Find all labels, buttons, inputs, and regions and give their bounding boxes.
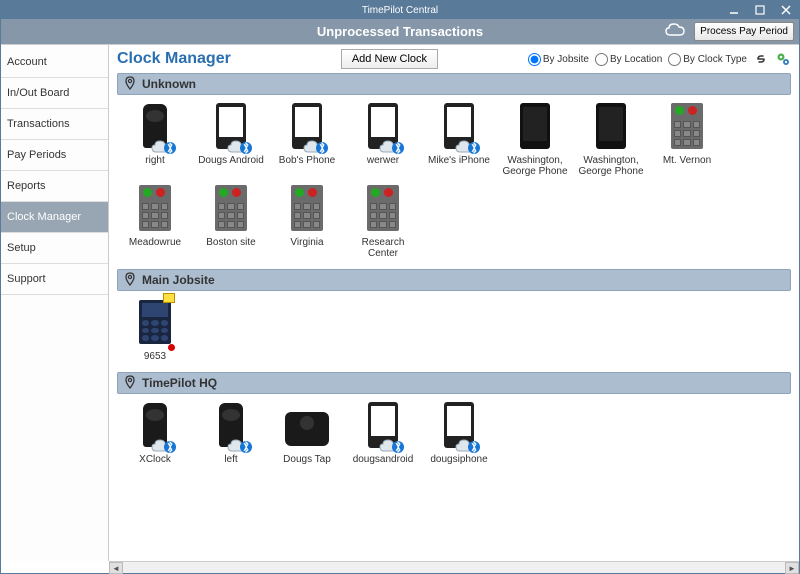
sidebar-item-clock-manager[interactable]: Clock Manager (1, 202, 108, 233)
clock-device-icon (205, 398, 257, 452)
location-pin-icon (124, 375, 136, 392)
clock-item[interactable]: 9653 (119, 295, 191, 362)
add-new-clock-button[interactable]: Add New Clock (341, 49, 438, 69)
clock-item[interactable]: Dougs Android (195, 99, 267, 177)
clock-item[interactable]: Bob's Phone (271, 99, 343, 177)
clock-label: XClock (139, 454, 171, 465)
clock-device-icon (357, 99, 409, 153)
sidebar-item-transactions[interactable]: Transactions (1, 109, 108, 140)
clock-device-icon (281, 398, 333, 452)
clock-label: dougsiphone (430, 454, 487, 465)
clock-device-icon (129, 398, 181, 452)
group-name: TimePilot HQ (142, 376, 217, 390)
alert-icon (168, 344, 175, 351)
clock-label: Dougs Tap (283, 454, 331, 465)
gears-icon[interactable] (775, 51, 791, 67)
main-content: Clock Manager Add New Clock By Jobsite B… (109, 45, 799, 561)
sub-header: Unprocessed Transactions Process Pay Per… (1, 19, 799, 45)
sidebar-item-in-out-board[interactable]: In/Out Board (1, 78, 108, 109)
clock-label: dougsandroid (353, 454, 414, 465)
clock-device-icon (129, 181, 181, 235)
minimize-button[interactable] (721, 1, 747, 19)
clock-item[interactable]: Washington, George Phone (575, 99, 647, 177)
horizontal-scrollbar[interactable]: ◄ ► (109, 561, 799, 573)
app-title: TimePilot Central (362, 5, 438, 16)
clock-grid: 9653 (117, 291, 791, 368)
clock-item[interactable]: Virginia (271, 181, 343, 259)
clock-item[interactable]: Mike's iPhone (423, 99, 495, 177)
clock-item[interactable]: Washington, George Phone (499, 99, 571, 177)
clock-label: Virginia (290, 237, 323, 248)
clock-label: Meadowrue (129, 237, 181, 248)
group-name: Main Jobsite (142, 273, 215, 287)
clock-item[interactable]: Mt. Vernon (651, 99, 723, 177)
process-pay-period-button[interactable]: Process Pay Period (694, 22, 794, 41)
clock-grid: right Dougs Android Bob's Phone werwer Mike'… (117, 95, 791, 265)
location-pin-icon (124, 272, 136, 289)
view-filters: By Jobsite By Location By Clock Type (528, 51, 791, 67)
clock-label: Boston site (206, 237, 255, 248)
group-header[interactable]: TimePilot HQ (117, 372, 791, 394)
clock-label: werwer (367, 155, 399, 166)
clock-label: Mt. Vernon (663, 155, 711, 166)
clock-device-icon (129, 99, 181, 153)
clock-device-icon (281, 181, 333, 235)
location-pin-icon (124, 76, 136, 93)
clock-device-icon (129, 295, 181, 349)
clock-device-icon (357, 398, 409, 452)
clock-label: left (224, 454, 237, 465)
clock-grid: XClock left Dougs Tap dougsandroid dougsipho… (117, 394, 791, 471)
clock-item[interactable]: Research Center (347, 181, 419, 259)
clock-device-icon (433, 398, 485, 452)
clock-item[interactable]: left (195, 398, 267, 465)
clock-item[interactable]: Meadowrue (119, 181, 191, 259)
clock-label: Washington, George Phone (575, 155, 647, 177)
sidebar-item-reports[interactable]: Reports (1, 171, 108, 202)
note-icon (163, 293, 175, 303)
clock-device-icon (661, 99, 713, 153)
title-bar: TimePilot Central (1, 1, 799, 19)
clock-label: right (145, 155, 164, 166)
clock-device-icon (357, 181, 409, 235)
filter-by-jobsite[interactable]: By Jobsite (528, 53, 589, 66)
clock-label: Mike's iPhone (428, 155, 490, 166)
scroll-left-button[interactable]: ◄ (109, 562, 123, 574)
group-header[interactable]: Unknown (117, 73, 791, 95)
sidebar-item-setup[interactable]: Setup (1, 233, 108, 264)
clock-label: 9653 (144, 351, 166, 362)
clock-label: Washington, George Phone (499, 155, 571, 177)
clock-device-icon (281, 99, 333, 153)
maximize-button[interactable] (747, 1, 773, 19)
link-icon[interactable] (753, 51, 769, 67)
close-button[interactable] (773, 1, 799, 19)
sidebar-item-pay-periods[interactable]: Pay Periods (1, 140, 108, 171)
clock-device-icon (433, 99, 485, 153)
sidebar-item-account[interactable]: Account (1, 47, 108, 78)
clock-device-icon (509, 99, 561, 153)
cloud-icon[interactable] (664, 22, 686, 41)
clock-item[interactable]: Dougs Tap (271, 398, 343, 465)
clock-item[interactable]: Boston site (195, 181, 267, 259)
sub-header-title: Unprocessed Transactions (317, 24, 483, 39)
clock-label: Dougs Android (198, 155, 264, 166)
sidebar-item-support[interactable]: Support (1, 264, 108, 295)
clock-item[interactable]: dougsandroid (347, 398, 419, 465)
clock-device-icon (205, 181, 257, 235)
page-title: Clock Manager (117, 50, 231, 68)
group-header[interactable]: Main Jobsite (117, 269, 791, 291)
clock-label: Bob's Phone (279, 155, 335, 166)
clock-item[interactable]: dougsiphone (423, 398, 495, 465)
sidebar: AccountIn/Out BoardTransactionsPay Perio… (1, 45, 109, 561)
clock-item[interactable]: right (119, 99, 191, 177)
scroll-right-button[interactable]: ► (785, 562, 799, 574)
clock-label: Research Center (347, 237, 419, 259)
filter-by-clock-type[interactable]: By Clock Type (668, 53, 747, 66)
clock-item[interactable]: XClock (119, 398, 191, 465)
filter-by-location[interactable]: By Location (595, 53, 662, 66)
clock-device-icon (585, 99, 637, 153)
group-name: Unknown (142, 77, 196, 91)
clock-item[interactable]: werwer (347, 99, 419, 177)
clock-device-icon (205, 99, 257, 153)
